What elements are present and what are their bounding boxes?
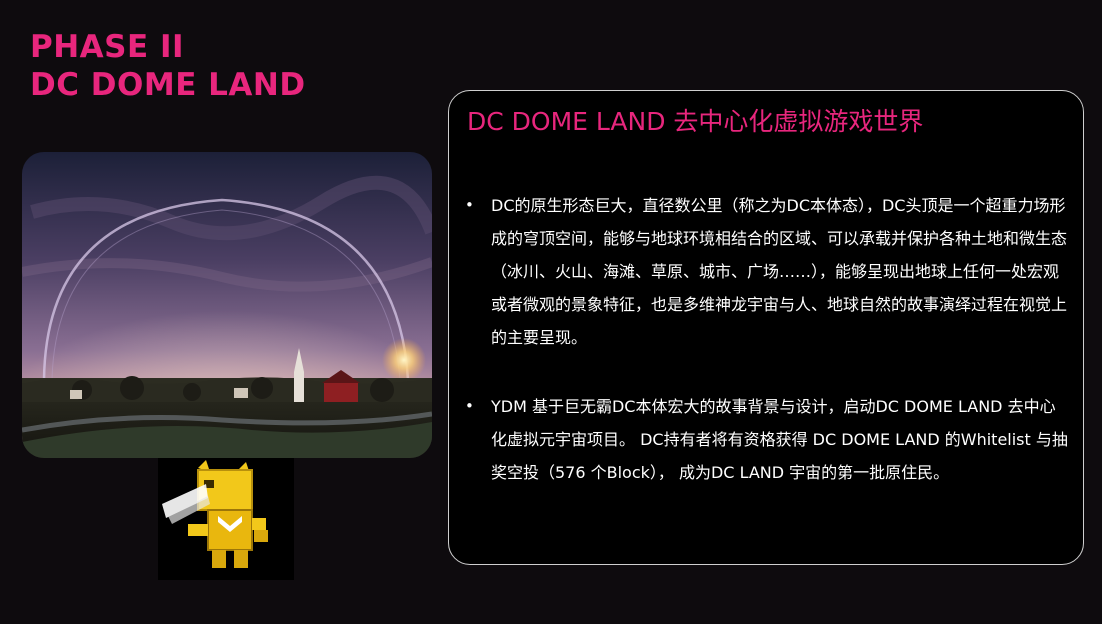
bullet-marker: • [465,196,474,214]
bullet-text: DC的原生形态巨大，直径数公里（称之为DC本体态），DC头顶是一个超重力场形成的… [491,196,1068,347]
card-title: DC DOME LAND 去中心化虚拟游戏世界 [467,107,924,136]
list-item: • YDM 基于巨无霸DC本体宏大的故事背景与设计，启动DC DOME LAND… [465,390,1069,489]
bullet-marker: • [465,397,474,415]
title-line-land: DC DOME LAND [30,67,306,103]
list-item: • DC的原生形态巨大，直径数公里（称之为DC本体态），DC头顶是一个超重力场形… [465,189,1069,354]
dome-landscape-image [22,152,432,458]
page-title: PHASE II DC DOME LAND [30,28,306,104]
card-body: • DC的原生形态巨大，直径数公里（称之为DC本体态），DC头顶是一个超重力场形… [465,189,1069,525]
yellow-robot-mascot [158,458,294,580]
bullet-text: YDM 基于巨无霸DC本体宏大的故事背景与设计，启动DC DOME LAND 去… [491,397,1068,482]
content-card: DC DOME LAND 去中心化虚拟游戏世界 • DC的原生形态巨大，直径数公… [448,90,1084,565]
title-line-phase: PHASE II [30,29,185,65]
